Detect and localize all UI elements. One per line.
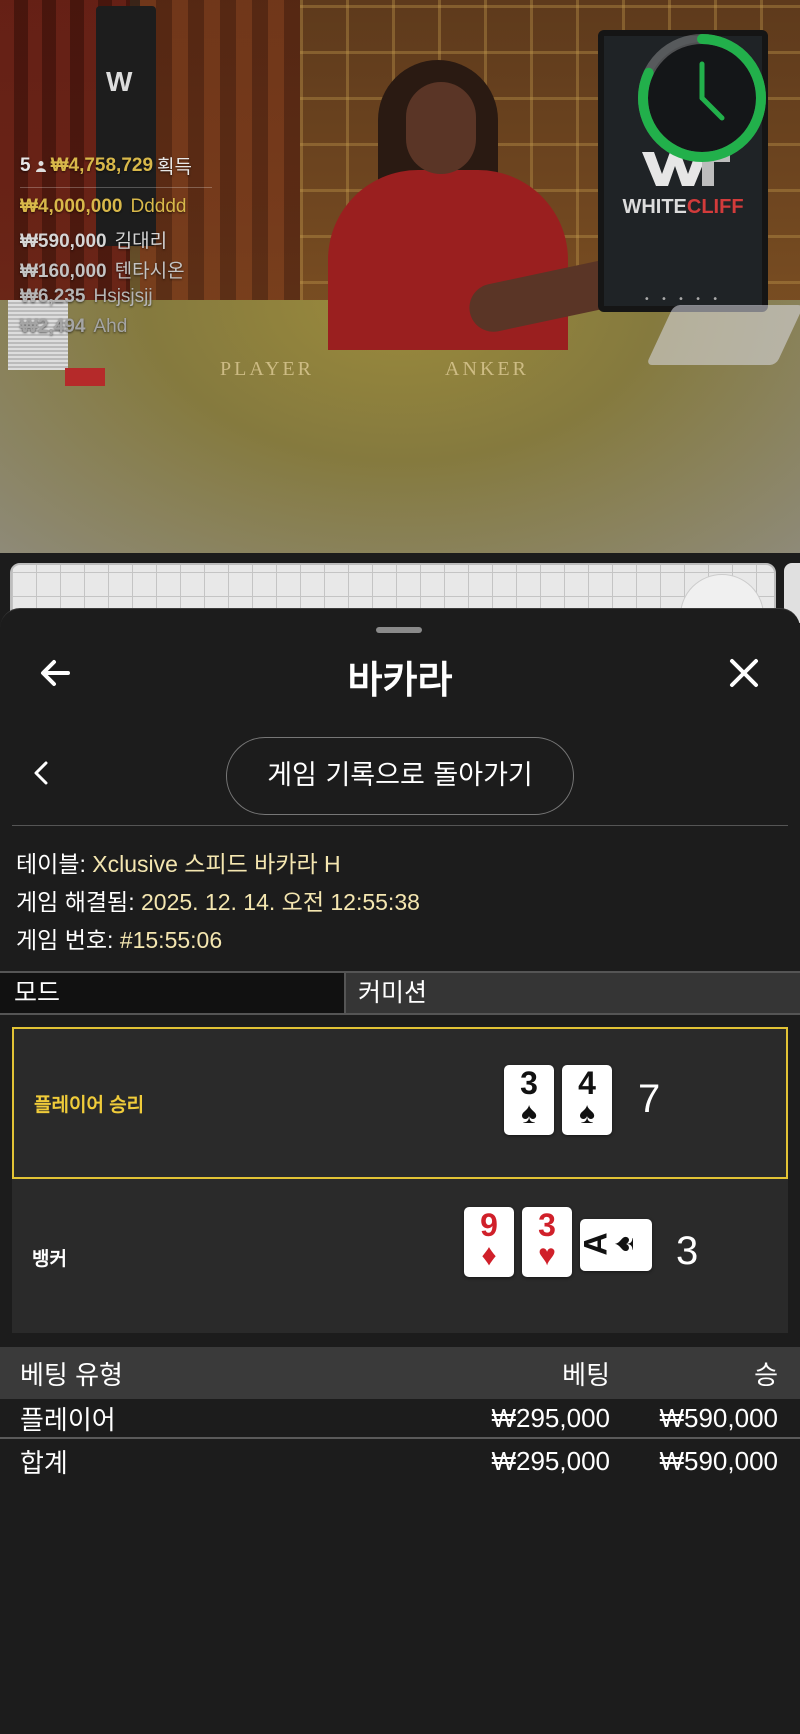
winner-name: 텐타시온: [114, 261, 185, 282]
player-hand: 플레이어 승리 3 ♠ 4 ♠ 7: [12, 1027, 788, 1179]
winner-amount: ₩4,000,000: [20, 196, 123, 217]
player-result-label: 플레이어 승리: [34, 1094, 145, 1116]
divider: [12, 825, 788, 826]
winners-list: 5 ₩4,758,729 획득 ₩4,000,000 Ddddd ₩590,000 김…: [20, 152, 212, 338]
resolved-time: 2025. 12. 14. 오전 12:55:38: [140, 889, 420, 915]
winner-row: ₩6,235 Hsjsjsjj: [20, 286, 212, 308]
card-rank: 9: [480, 1207, 498, 1243]
winner-row: ₩4,000,000 Ddddd: [20, 196, 212, 218]
round-timer-icon: [638, 34, 766, 162]
sheet-title: 바카라: [347, 658, 453, 702]
playing-card: 3 ♠: [504, 1065, 554, 1135]
winners-total: ₩4,758,729: [50, 154, 154, 176]
header-win: 승: [754, 1359, 778, 1390]
person-icon: [35, 160, 46, 172]
table-name: Xclusive 스피드 바카라 H: [92, 851, 341, 877]
bet-type-cell: 플레이어: [20, 1404, 116, 1435]
game-number: #15:55:06: [119, 927, 223, 953]
header-bet: 베팅: [562, 1359, 610, 1390]
header-bet-type: 베팅 유형: [20, 1359, 123, 1390]
banker-label: 뱅커: [32, 1248, 67, 1270]
game-history-sheet: 바카라 게임 기록으로 돌아가기 테이블: Xclusive 스피드 바카라 H…: [0, 608, 800, 1734]
winner-amount: ₩160,000: [20, 261, 107, 282]
card-suit-icon: ♠: [521, 1097, 537, 1130]
playing-card: A ♠: [578, 1219, 652, 1271]
cut-card: [65, 368, 105, 386]
winner-name: Hsjsjsjj: [93, 286, 153, 307]
winners-suffix: 획득: [157, 157, 193, 178]
back-to-history-button[interactable]: 게임 기록으로 돌아가기: [226, 737, 574, 815]
total-bet: ₩295,000: [491, 1445, 610, 1476]
winner-name: 김대리: [114, 231, 168, 252]
hands-panel: 플레이어 승리 3 ♠ 4 ♠ 7 뱅커 9 ♦ 3 ♥ A ♠ 3: [12, 1027, 788, 1333]
winner-row: ₩160,000 텐타시온: [20, 256, 212, 282]
table-info-row: 테이블: Xclusive 스피드 바카라 H: [16, 851, 341, 877]
winner-row: ₩590,000 김대리: [20, 226, 212, 252]
resolved-info-row: 게임 해결됨: 2025. 12. 14. 오전 12:55:38: [16, 889, 420, 915]
player-score: 7: [638, 1077, 661, 1121]
bets-table: 베팅 유형 베팅 승 플레이어 ₩295,000 ₩590,000 합계 ₩29…: [0, 1347, 800, 1481]
winner-name: Ahd: [93, 316, 128, 337]
game-number-row: 게임 번호: #15:55:06: [16, 927, 223, 953]
winners-header: 5 ₩4,758,729 획득: [20, 152, 212, 188]
banker-cards: 9 ♦ 3 ♥ A ♠: [464, 1207, 652, 1277]
card-suit-icon: ♠: [606, 1236, 640, 1252]
card-suit-icon: ♠: [579, 1097, 595, 1130]
dealer: [318, 60, 652, 350]
table-row: 플레이어 ₩295,000 ₩590,000: [0, 1399, 800, 1439]
banker-score: 3: [676, 1229, 699, 1273]
playing-card: 3 ♥: [522, 1207, 572, 1277]
card-suit-icon: ♦: [481, 1239, 497, 1272]
card-shoe: [646, 305, 800, 365]
playing-card: 4 ♠: [562, 1065, 612, 1135]
card-rank: 3: [538, 1207, 556, 1243]
monitor-brand: WHITECLIFF: [622, 196, 744, 218]
banker-hand: 뱅커 9 ♦ 3 ♥ A ♠ 3: [12, 1181, 788, 1333]
total-row: 합계 ₩295,000 ₩590,000: [0, 1441, 800, 1481]
mode-value: 커미션: [346, 973, 800, 1013]
chevron-left-icon[interactable]: [30, 757, 54, 789]
card-rank: 3: [520, 1065, 538, 1101]
playing-card: 9 ♦: [464, 1207, 514, 1277]
left-monitor-logo: W: [106, 66, 133, 97]
winner-amount: ₩6,235: [20, 286, 86, 307]
card-suit-icon: ♥: [538, 1239, 556, 1272]
game-info: 테이블: Xclusive 스피드 바카라 H 게임 해결됨: 2025. 12…: [16, 845, 420, 959]
mode-row: 모드 커미션: [0, 971, 800, 1015]
player-cards: 3 ♠ 4 ♠: [504, 1065, 612, 1135]
close-icon[interactable]: [724, 653, 764, 693]
sheet-drag-handle[interactable]: [376, 627, 422, 633]
monitor-dots: • • • • •: [643, 294, 723, 305]
table-banker-text: ANKER: [445, 358, 529, 380]
mode-label: 모드: [0, 973, 346, 1013]
win-amount-cell: ₩590,000: [659, 1402, 778, 1433]
winner-row: ₩2,494 Ahd: [20, 316, 212, 338]
winner-amount: ₩590,000: [20, 231, 107, 252]
table-player-text: PLAYER: [220, 358, 314, 380]
total-win: ₩590,000: [659, 1445, 778, 1476]
winner-name: Ddddd: [130, 196, 187, 217]
bet-amount-cell: ₩295,000: [491, 1402, 610, 1433]
total-label: 합계: [20, 1447, 68, 1478]
winners-count: 5: [20, 154, 31, 176]
bets-header: 베팅 유형 베팅 승: [0, 1347, 800, 1399]
card-rank: 4: [578, 1065, 596, 1101]
winner-amount: ₩2,494: [20, 316, 86, 337]
